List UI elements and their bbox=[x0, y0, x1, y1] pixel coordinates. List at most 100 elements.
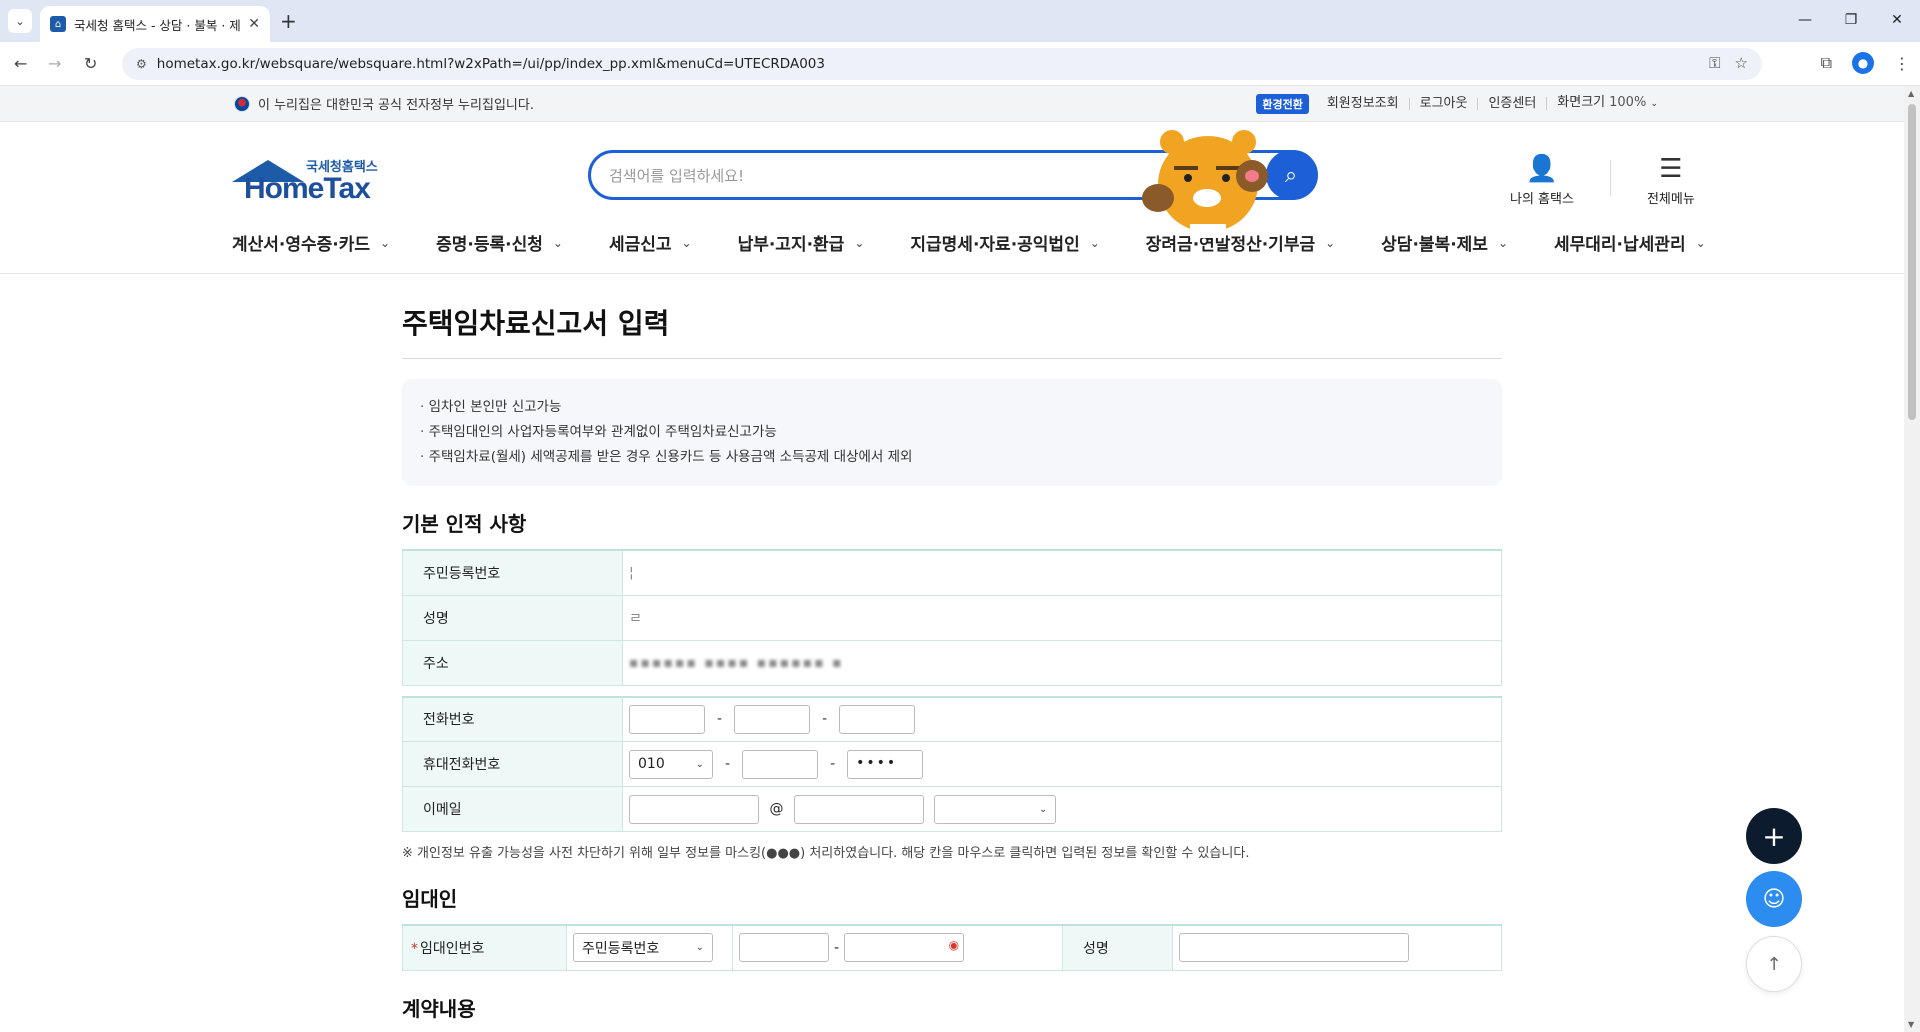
page-title: 주택임차료신고서 입력 bbox=[402, 302, 1502, 359]
page-scrollbar[interactable]: ▲ ▼ bbox=[1904, 86, 1920, 1032]
new-tab-icon[interactable]: + bbox=[280, 9, 297, 33]
nav-item-certificate[interactable]: 증명·등록·신청 ⌄ bbox=[436, 230, 563, 255]
main-nav: 계산서·영수증·카드 ⌄ 증명·등록·신청 ⌄ 세금신고 ⌄ 납부·고지·환급 ⌄ 지급… bbox=[0, 222, 1904, 274]
plus-icon: + bbox=[1762, 819, 1786, 853]
notice-item: 주택임차료(월세) 세액공제를 받은 경우 신용카드 등 사용금액 소득공제 대… bbox=[420, 445, 1484, 470]
close-tab-icon[interactable]: ✕ bbox=[248, 16, 260, 32]
chatbot-button[interactable]: ☺ bbox=[1746, 871, 1802, 927]
scroll-down-icon[interactable]: ▼ bbox=[1908, 1020, 1914, 1029]
bookmark-star-icon[interactable]: ☆ bbox=[1735, 54, 1748, 72]
email-id-input[interactable] bbox=[629, 794, 759, 824]
phone-label: 전화번호 bbox=[402, 696, 623, 742]
phone-last-input[interactable] bbox=[839, 704, 916, 734]
all-menu-button[interactable]: ☰ 전체메뉴 bbox=[1647, 154, 1695, 207]
landlord-id-label: 임대인번호 bbox=[420, 940, 485, 957]
forward-icon[interactable]: → bbox=[48, 54, 61, 73]
chevron-down-icon: ⌄ bbox=[1497, 235, 1508, 250]
back-icon[interactable]: ← bbox=[14, 54, 27, 73]
cert-center-link[interactable]: 인증센터 bbox=[1477, 97, 1546, 110]
scroll-up-icon[interactable]: ▲ bbox=[1908, 89, 1914, 98]
logout-link[interactable]: 로그아웃 bbox=[1408, 97, 1478, 110]
landlord-id-inputs: - ◉ bbox=[732, 924, 1063, 971]
search-icon: ⌕ bbox=[1284, 162, 1298, 188]
url-text: hometax.go.kr/websquare/websquare.html?w… bbox=[156, 56, 825, 72]
mobile-mid-input[interactable] bbox=[742, 749, 819, 779]
browser-tab[interactable]: ⌂ 국세청 홈택스 - 상담 · 불복 · 제보 ✕ bbox=[40, 6, 270, 42]
landlord-name-label: 성명 bbox=[1062, 924, 1173, 971]
email-inputs: @ ⌄ bbox=[622, 786, 1502, 832]
notice-item: 임차인 본인만 신고가능 bbox=[420, 395, 1484, 420]
browser-menu-icon[interactable]: ⋮ bbox=[1894, 54, 1910, 73]
site-info-icon[interactable]: ⚙ bbox=[136, 57, 147, 71]
my-hometax-button[interactable]: 👤 나의 홈택스 bbox=[1510, 154, 1574, 207]
phone-mid-input[interactable] bbox=[734, 704, 811, 734]
scrollbar-thumb[interactable] bbox=[1908, 104, 1916, 420]
chevron-down-icon: ⌄ bbox=[552, 235, 563, 250]
nav-label: 증명·등록·신청 bbox=[436, 235, 543, 255]
chevron-down-icon: ⌄ bbox=[695, 758, 704, 770]
tab-list-icon[interactable]: ⌄ bbox=[8, 9, 32, 33]
nav-item-tax-return[interactable]: 세금신고 ⌄ bbox=[609, 230, 692, 255]
profile-avatar-icon[interactable]: ● bbox=[1852, 52, 1874, 74]
extensions-icon[interactable]: ⧉ bbox=[1821, 53, 1832, 73]
chevron-down-icon: ⌄ bbox=[1089, 235, 1100, 250]
mode-switch-badge[interactable]: 환경전환 bbox=[1256, 93, 1309, 114]
email-domain-select[interactable]: ⌄ bbox=[934, 794, 1057, 824]
scroll-top-button[interactable]: ↑ bbox=[1746, 936, 1802, 992]
rrn-label: 주민등록번호 bbox=[402, 549, 623, 596]
restore-icon[interactable]: ❐ bbox=[1828, 0, 1874, 40]
site-header: 국세청홈택스 HomeTax 검색어를 입력하세요! ⌕ 👤 나의 홈택스 ☰ … bbox=[0, 122, 1904, 222]
my-hometax-label: 나의 홈택스 bbox=[1510, 192, 1574, 207]
nav-label: 계산서·영수증·카드 bbox=[232, 235, 371, 255]
notice-box: 임차인 본인만 신고가능 주택임대인의 사업자등록여부와 관계없이 주택임차료신… bbox=[402, 379, 1502, 486]
mobile-prefix-select[interactable]: 010 ⌄ bbox=[629, 749, 713, 779]
reload-icon[interactable]: ↻ bbox=[84, 54, 97, 73]
nav-label: 납부·고지·환급 bbox=[737, 235, 845, 255]
quick-menu-button[interactable]: + bbox=[1746, 808, 1802, 864]
rrn-value: ¦ bbox=[622, 549, 1502, 596]
landlord-id-type-select[interactable]: 주민등록번호 ⌄ bbox=[573, 933, 713, 963]
nav-item-statements[interactable]: 지급명세·자료·공익법인 ⌄ bbox=[910, 230, 1099, 255]
nav-item-invoice[interactable]: 계산서·영수증·카드 ⌄ bbox=[232, 230, 390, 255]
minimize-icon[interactable]: — bbox=[1782, 0, 1828, 40]
nav-item-tax-agent[interactable]: 세무대리·납세관리 ⌄ bbox=[1554, 230, 1706, 255]
section-title-basic: 기본 인적 사항 bbox=[402, 512, 527, 536]
address-label: 주소 bbox=[402, 639, 623, 686]
chevron-down-icon: ⌄ bbox=[1038, 803, 1048, 815]
close-window-icon[interactable]: ✕ bbox=[1874, 0, 1920, 40]
hometax-logo[interactable]: 국세청홈택스 HomeTax bbox=[232, 156, 382, 206]
phone-inputs: -- bbox=[622, 696, 1502, 742]
chevron-down-icon: ⌄ bbox=[854, 235, 865, 250]
window-controls: — ❐ ✕ bbox=[1782, 0, 1920, 40]
member-info-link[interactable]: 회원정보조회 bbox=[1317, 97, 1409, 110]
nav-item-payment[interactable]: 납부·고지·환급 ⌄ bbox=[738, 230, 865, 255]
secure-keypad-icon[interactable]: ◉ bbox=[949, 938, 959, 952]
search-placeholder: 검색어를 입력하세요! bbox=[609, 166, 744, 185]
nav-item-consult[interactable]: 상담·불복·제보 ⌄ bbox=[1381, 230, 1508, 255]
landlord-rrn-front-input[interactable] bbox=[739, 933, 829, 963]
url-field[interactable]: ⚙ hometax.go.kr/websquare/websquare.html… bbox=[122, 48, 1762, 80]
nav-label: 세무대리·납세관리 bbox=[1554, 235, 1686, 255]
nav-label: 상담·불복·제보 bbox=[1381, 235, 1488, 255]
privacy-note: ※ 개인정보 유출 가능성을 사전 차단하기 위해 일부 정보를 마스킹(●●●… bbox=[402, 846, 1250, 861]
zoom-value: 100% bbox=[1609, 95, 1647, 110]
mobile-prefix-value: 010 bbox=[638, 756, 665, 772]
screen-size-link[interactable]: 화면크기 100% ⌄ bbox=[1546, 95, 1668, 110]
chevron-down-icon: ⌄ bbox=[380, 235, 391, 250]
password-key-icon[interactable]: ⚿ bbox=[1709, 54, 1720, 72]
mobile-last-input[interactable]: •••• bbox=[847, 749, 924, 779]
landlord-rrn-back-input[interactable]: ◉ bbox=[844, 933, 965, 963]
address-value: ▪▪▪▪▪▪ ▪▪▪▪ ▪▪▪▪▪▪ ▪ bbox=[622, 639, 1502, 686]
email-domain-input[interactable] bbox=[793, 794, 924, 824]
name-value: ㄹ bbox=[622, 594, 1502, 641]
hometax-favicon-icon: ⌂ bbox=[50, 16, 66, 32]
phone-area-input[interactable] bbox=[629, 704, 705, 734]
landlord-table: * 임대인번호 주민등록번호 ⌄ - ◉ 성명 bbox=[402, 924, 1502, 971]
ryan-mascot-icon bbox=[1142, 130, 1268, 238]
landlord-id-type-value: 주민등록번호 bbox=[582, 940, 660, 957]
mobile-inputs: 010 ⌄ - - •••• bbox=[622, 741, 1502, 787]
chevron-down-icon: ⌄ bbox=[1650, 99, 1658, 109]
landlord-name-input[interactable] bbox=[1179, 933, 1409, 963]
contact-table: 전화번호 -- 휴대전화번호 010 ⌄ - - •••• 이메일 @ ⌄ bbox=[402, 695, 1502, 832]
basic-info-table: 주민등록번호 ¦ 성명 ㄹ 주소 ▪▪▪▪▪▪ ▪▪▪▪ ▪▪▪▪▪▪ ▪ bbox=[402, 549, 1502, 686]
